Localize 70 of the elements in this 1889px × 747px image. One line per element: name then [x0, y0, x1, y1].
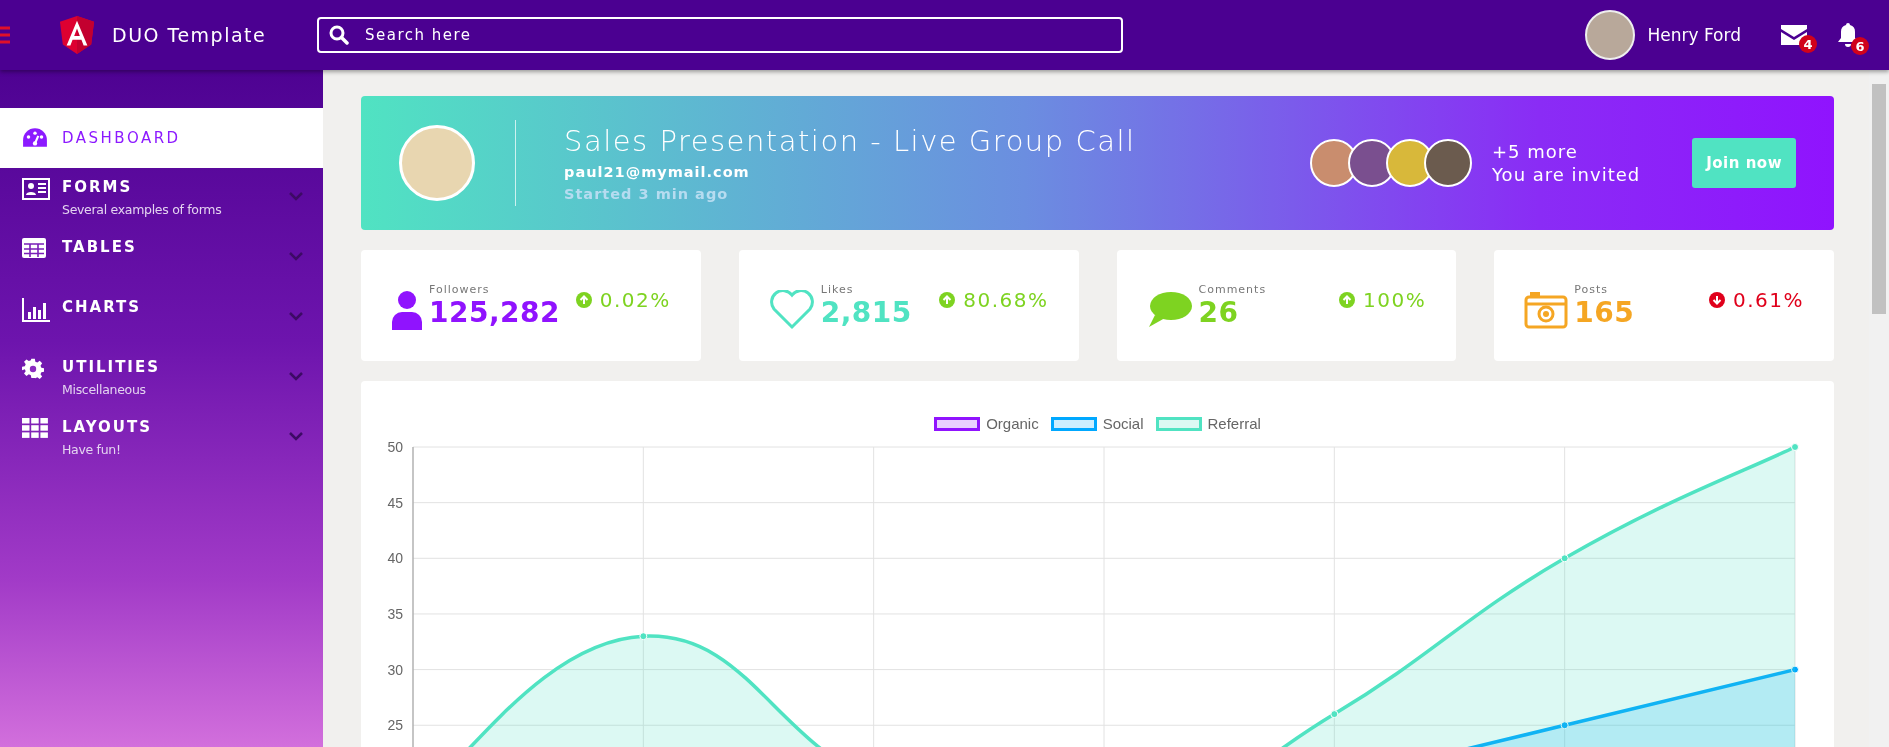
- table-grid-icon: [22, 238, 46, 258]
- legend-label[interactable]: Referral: [1207, 415, 1261, 432]
- user-name[interactable]: Henry Ford: [1647, 25, 1741, 45]
- stat-change: 100%: [1363, 287, 1427, 312]
- sidebar-item-label: DASHBOARD: [62, 129, 182, 147]
- point: [1560, 554, 1569, 563]
- y-tick-label: 35: [387, 605, 403, 622]
- bar-chart-icon: [22, 298, 50, 322]
- invite-text: You are invited: [1492, 164, 1641, 185]
- count-badge: 6: [1851, 37, 1869, 55]
- shield-logo-icon: [60, 15, 94, 55]
- stat-change: 0.02%: [599, 287, 671, 312]
- chevron-down-icon[interactable]: [289, 252, 303, 261]
- count-badge: 4: [1799, 35, 1817, 53]
- legend-swatch[interactable]: [1050, 416, 1097, 431]
- sidebar-item[interactable]: DASHBOARD: [0, 108, 323, 168]
- participant-photo-placeholder: [1424, 139, 1472, 187]
- chevron-down-icon[interactable]: [289, 192, 303, 201]
- point: [1791, 665, 1799, 674]
- point: [1330, 710, 1339, 719]
- stat-label: Likes: [820, 282, 855, 296]
- sidebar-item-label: FORMS: [62, 178, 134, 196]
- sidebar-item-subtitle: Several examples of forms: [62, 202, 223, 217]
- sidebar-item[interactable]: CHARTS: [0, 288, 323, 348]
- search-field[interactable]: Search here: [317, 17, 1123, 53]
- chevron-down-icon[interactable]: [289, 312, 303, 321]
- y-tick-label: 50: [387, 439, 403, 455]
- gear-icon: [22, 358, 44, 380]
- user-avatar[interactable]: [1585, 10, 1636, 60]
- sidebar-item[interactable]: LAYOUTS Have fun!: [0, 408, 323, 468]
- call-status: Started 3 min ago: [564, 186, 730, 202]
- stat-value: 125,282: [429, 295, 562, 329]
- menu-icon[interactable]: [0, 26, 10, 44]
- chevron-down-icon[interactable]: [289, 432, 303, 441]
- stat-label: Comments: [1198, 282, 1268, 296]
- y-tick-label: 30: [387, 661, 403, 678]
- sidebar-item-label: CHARTS: [62, 298, 143, 316]
- y-tick-label: 40: [387, 550, 403, 567]
- point: [639, 632, 648, 641]
- sidebar-item-label: LAYOUTS: [62, 418, 154, 436]
- id-card-icon: [22, 178, 50, 200]
- sidebar-item[interactable]: TABLES: [0, 228, 323, 288]
- invite-count: +5 more: [1492, 141, 1579, 162]
- caller-email: paul21@mymail.com: [564, 164, 751, 180]
- y-tick-label: 45: [387, 494, 403, 511]
- stat-value: 2,815: [820, 295, 913, 329]
- sidebar-item-subtitle: Miscellaneous: [62, 382, 147, 397]
- call-title: Sales Presentation - Live Group Call: [564, 124, 1136, 158]
- search-icon: [329, 25, 349, 45]
- y-tick-label: 25: [387, 717, 403, 734]
- chevron-down-icon[interactable]: [289, 372, 303, 381]
- point: [1791, 443, 1799, 451]
- sidebar-item-label: TABLES: [62, 238, 138, 256]
- legend-swatch[interactable]: [934, 416, 981, 431]
- stat-label: Posts: [1574, 282, 1609, 296]
- stat-change: 0.61%: [1732, 287, 1804, 312]
- sidebar-item[interactable]: FORMS Several examples of forms: [0, 168, 323, 228]
- sidebar-item-subtitle: Have fun!: [62, 442, 122, 457]
- sidebar-item[interactable]: UTILITIES Miscellaneous: [0, 348, 323, 408]
- stat-value: 26: [1198, 295, 1240, 329]
- grid-icon: [22, 418, 48, 438]
- point: [1560, 721, 1569, 730]
- stat-value: 165: [1574, 295, 1636, 329]
- legend-label[interactable]: Social: [1102, 415, 1144, 432]
- dashboard-gauge-icon: [22, 127, 48, 149]
- legend-label[interactable]: Organic: [986, 415, 1039, 432]
- stat-change: 80.68%: [963, 287, 1049, 312]
- stat-label: Followers: [429, 282, 491, 296]
- app-title: DUO Template: [112, 24, 268, 46]
- sidebar-item-label: UTILITIES: [62, 358, 161, 376]
